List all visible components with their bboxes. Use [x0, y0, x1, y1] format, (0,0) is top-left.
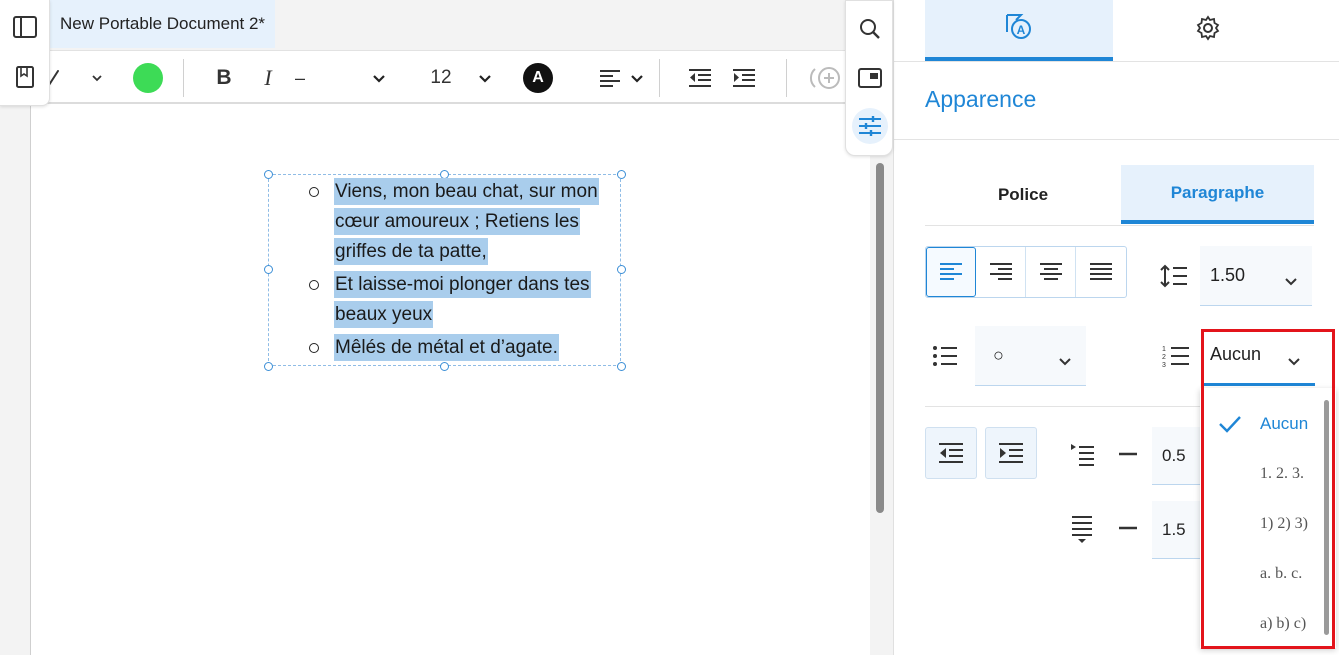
list-item-text[interactable]: beaux yeux — [334, 301, 434, 328]
resize-handle[interactable] — [264, 362, 273, 371]
bullet-style-select[interactable]: ○ — [975, 326, 1086, 386]
italic-button[interactable]: I — [252, 51, 284, 105]
list-item-text[interactable]: Et laisse-moi plonger dans tes — [334, 271, 591, 298]
floating-tool-column — [845, 0, 893, 156]
chevron-down-icon[interactable] — [626, 51, 648, 105]
tab-settings[interactable] — [1113, 0, 1303, 61]
decrease-indent-button[interactable] — [925, 427, 977, 479]
list-item-text[interactable]: Viens, mon beau chat, sur mon — [334, 178, 599, 205]
indent-value-input[interactable]: 0.5 — [1152, 427, 1200, 485]
subtab-police[interactable]: Police — [925, 165, 1121, 224]
line-spacing-icon — [1156, 258, 1192, 294]
resize-handle[interactable] — [264, 170, 273, 179]
toolbar-divider — [183, 59, 184, 97]
bookmark-icon[interactable] — [9, 61, 41, 93]
divider — [894, 139, 1339, 140]
dropdown-item-aucun[interactable]: Aucun — [1200, 399, 1330, 449]
align-justify-button[interactable] — [1076, 247, 1126, 297]
chevron-down-icon — [1058, 350, 1072, 371]
line-style-select[interactable]: – — [295, 51, 365, 105]
divider — [894, 61, 1339, 62]
dropdown-item-alpha-dot[interactable]: a. b. c. — [1200, 549, 1330, 599]
dropdown-item-numeric-paren[interactable]: 1) 2) 3) — [1200, 499, 1330, 549]
pen-color-button[interactable] — [130, 51, 166, 105]
align-right-button[interactable] — [976, 247, 1026, 297]
list-item-text[interactable]: griffes de ta patte, — [334, 238, 488, 265]
list-bullet — [309, 343, 319, 353]
alignment-group — [925, 246, 1127, 298]
canvas-scrollbar[interactable] — [876, 163, 884, 513]
chevron-down-icon[interactable] — [366, 51, 392, 105]
subtab-paragraphe[interactable]: Paragraphe — [1121, 165, 1314, 224]
section-title: Apparence — [925, 86, 1037, 112]
align-center-button[interactable] — [1026, 247, 1076, 297]
chevron-down-icon — [1284, 270, 1298, 291]
text-box[interactable]: Viens, mon beau chat, sur mon cœur amour… — [264, 170, 626, 371]
resize-handle[interactable] — [617, 170, 626, 179]
tab-appearance[interactable]: A — [925, 0, 1113, 61]
sidebar-toggle-icon[interactable] — [9, 11, 41, 43]
list-bullet — [309, 280, 319, 290]
resize-handle[interactable] — [264, 265, 273, 274]
svg-text:1: 1 — [1162, 346, 1166, 353]
increase-indent-icon[interactable] — [728, 51, 760, 105]
dropdown-scrollbar[interactable] — [1324, 400, 1329, 635]
minus-icon[interactable] — [1116, 444, 1140, 464]
settings-sliders-icon[interactable] — [852, 108, 888, 144]
appearance-tab-icon: A — [1004, 12, 1034, 45]
align-left-icon[interactable] — [596, 51, 624, 105]
numbering-dropdown: Aucun 1. 2. 3. 1) 2) 3) a. b. c. a) b) c… — [1200, 388, 1336, 648]
numbered-list-icon: 123 — [1158, 340, 1194, 372]
list-bullet — [309, 187, 319, 197]
chevron-down-icon[interactable] — [472, 51, 498, 105]
list-item-text[interactable]: cœur amoureux ; Retiens les — [334, 208, 580, 235]
spacing-value-input[interactable]: 1.5 — [1152, 501, 1200, 559]
gear-icon — [1195, 15, 1221, 46]
chevron-down-icon — [1287, 350, 1301, 371]
numbering-select[interactable]: Aucun — [1203, 326, 1315, 386]
resize-handle[interactable] — [617, 265, 626, 274]
toolbar-divider — [659, 59, 660, 97]
tab-strip: New Portable Document 2* — [50, 0, 845, 50]
first-line-indent-icon — [1066, 438, 1098, 470]
paragraph-spacing-icon — [1066, 512, 1098, 548]
dropdown-item-numeric-dot[interactable]: 1. 2. 3. — [1200, 449, 1330, 499]
chevron-down-icon[interactable] — [84, 51, 110, 105]
add-circle-icon[interactable] — [808, 51, 844, 105]
resize-handle[interactable] — [617, 362, 626, 371]
increase-indent-button[interactable] — [985, 427, 1037, 479]
list-item-text[interactable]: Mêlés de métal et d’agate. — [334, 334, 559, 361]
dropdown-item-alpha-paren[interactable]: a) b) c) — [1200, 599, 1330, 649]
decrease-indent-icon[interactable] — [684, 51, 716, 105]
svg-text:A: A — [1017, 23, 1026, 37]
mini-sidebar — [0, 0, 50, 106]
bullet-list-icon — [932, 340, 958, 372]
toolbar-divider — [786, 59, 787, 97]
check-icon — [1200, 415, 1260, 433]
line-spacing-select[interactable]: 1.50 — [1200, 246, 1312, 306]
text-color-button[interactable]: A — [520, 51, 556, 105]
search-icon[interactable] — [852, 11, 888, 47]
svg-text:2: 2 — [1162, 354, 1166, 361]
document-tab[interactable]: New Portable Document 2* — [50, 0, 276, 48]
align-left-button[interactable] — [926, 247, 976, 297]
minus-icon[interactable] — [1116, 518, 1140, 538]
divider — [925, 225, 1314, 226]
divider — [925, 406, 1205, 407]
document-tab-title: New Portable Document 2* — [60, 14, 266, 33]
font-size-select[interactable]: 12 — [418, 51, 464, 105]
resize-handle[interactable] — [440, 362, 449, 371]
panel-view-icon[interactable] — [852, 60, 888, 96]
bold-button[interactable]: B — [208, 51, 240, 105]
svg-text:3: 3 — [1162, 362, 1166, 368]
format-toolbar: B I – 12 A — [0, 50, 845, 104]
